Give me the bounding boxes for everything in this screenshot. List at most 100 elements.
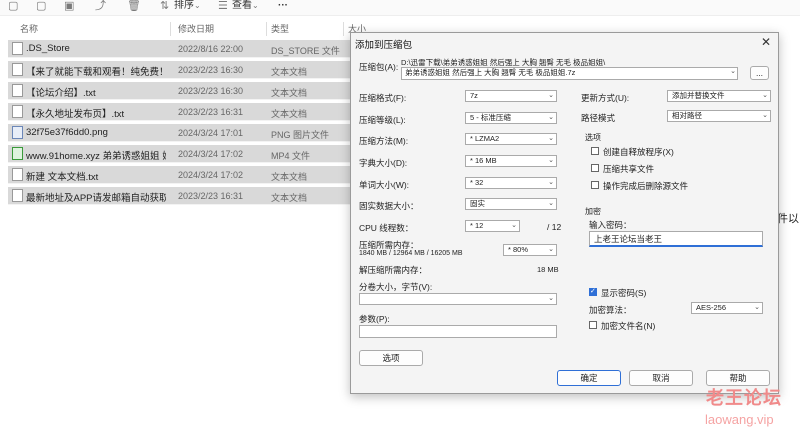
browse-button[interactable]: ... [750,66,769,80]
chevron-down-icon: ⌄ [548,179,554,186]
file-type: 文本文档 [271,67,308,77]
more-button[interactable]: ··· [278,0,288,12]
file-name: www.91home.xyz 弟弟诱惑姐姐 姐弟乱... [26,151,166,162]
file-date: 2022/8/16 22:00 [178,44,244,54]
file-row[interactable]: www.91home.xyz 弟弟诱惑姐姐 姐弟乱... 2024/3/24 1… [8,145,350,163]
chevron-down-icon: ⌄ [194,1,201,10]
params-input[interactable] [359,325,557,338]
mem-percent-select[interactable]: * 80% ⌄ [503,244,557,256]
path-label: 路径模式 [581,113,616,123]
file-date: 2023/2/23 16:31 [178,191,244,201]
sort-icon[interactable]: ⇅ [160,0,169,12]
chevron-down-icon: ⌄ [548,92,554,99]
paste-icon[interactable]: ▣ [64,0,74,12]
password-label: 输入密码： [589,220,632,230]
column-divider[interactable] [343,22,344,36]
text-file-icon [12,63,23,76]
view-icon[interactable]: ☰ [218,0,228,12]
view-button[interactable]: 查看 [232,0,252,12]
dict-select[interactable]: * 16 MB ⌄ [465,155,557,167]
chevron-down-icon: ⌄ [548,295,554,302]
close-icon[interactable]: ✕ [761,35,771,49]
column-header-name[interactable]: 名称 [20,22,38,35]
method-label: 压缩方法(M): [359,136,409,146]
sfx-checkbox[interactable] [591,147,599,155]
column-header-type[interactable]: 类型 [271,22,289,35]
file-name: 32f75e37f6dd0.png [26,127,108,138]
file-row[interactable]: 最新地址及APP请发邮箱自动获取！！！... 2023/2/23 16:31 文… [8,187,350,205]
text-file-icon [12,84,23,97]
column-divider[interactable] [170,22,171,36]
format-select[interactable]: 7z ⌄ [465,90,557,102]
mem-decomp-value: 18 MB [537,265,559,274]
word-select[interactable]: * 32 ⌄ [465,177,557,189]
chevron-down-icon: ⌄ [548,135,554,142]
delete-after-checkbox[interactable] [591,181,599,189]
ok-button[interactable]: 确定 [557,370,621,386]
file-date: 2024/3/24 17:01 [178,128,244,138]
split-label: 分卷大小，字节(V): [359,282,433,292]
file-row[interactable]: 32f75e37f6dd0.png 2024/3/24 17:01 PNG 图片… [8,124,350,142]
cpu-select[interactable]: * 12 ⌄ [465,220,520,232]
shared-checkbox[interactable] [591,164,599,172]
file-type: 文本文档 [271,88,308,98]
params-label: 参数(P): [359,314,390,324]
column-divider[interactable] [266,22,267,36]
file-date: 2023/2/23 16:31 [178,107,244,117]
delete-after-label[interactable]: 操作完成后删除源文件 [603,180,688,192]
background-text: 件以 [777,213,799,225]
file-row[interactable]: .DS_Store 2022/8/16 22:00 DS_STORE 文件 [8,40,350,58]
cancel-button[interactable]: 取消 [629,370,693,386]
chevron-down-icon: ⌄ [548,157,554,164]
file-row[interactable]: 【永久地址发布页】.txt 2023/2/23 16:31 文本文档 [8,103,350,121]
show-password-label[interactable]: 显示密码(S) [601,287,646,299]
file-type: PNG 图片文件 [271,130,330,140]
chevron-down-icon[interactable]: ⌄ [729,67,738,79]
options-button[interactable]: 选项 [359,350,423,366]
video-file-icon [12,147,23,160]
chevron-down-icon: ⌄ [511,222,517,229]
cpu-label: CPU 线程数： [359,223,414,233]
archive-name-input[interactable]: 弟弟诱惑姐姐 然后强上 大胸 翘臀 无毛 极品姐姐.7z [401,67,738,80]
file-name: 【论坛介绍】.txt [26,88,96,99]
file-row[interactable]: 【论坛介绍】.txt 2023/2/23 16:30 文本文档 [8,82,350,100]
column-header-date[interactable]: 修改日期 [178,22,214,35]
file-type: 文本文档 [271,109,308,119]
show-password-checkbox[interactable] [589,287,597,296]
level-label: 压缩等级(L): [359,115,406,125]
image-file-icon [12,126,23,139]
word-label: 单词大小(W): [359,180,410,190]
cpu-max: / 12 [547,222,562,232]
delete-icon[interactable]: 🗑 [127,0,141,12]
text-file-icon [12,105,23,118]
new-icon[interactable]: ▢ [8,0,18,12]
options-group-title: 选项 [585,133,601,142]
chevron-down-icon: ⌄ [252,1,259,10]
watermark-title: 老王论坛 [706,388,782,408]
path-select[interactable]: 相对路径 ⌄ [667,110,771,122]
sfx-label[interactable]: 创建自释放程序(X) [603,146,674,158]
update-label: 更新方式(U): [581,93,630,103]
level-select[interactable]: 5 - 标准压缩 ⌄ [465,112,557,124]
split-select[interactable]: ⌄ [359,293,557,305]
share-icon[interactable]: ⤴ [95,0,106,12]
file-row[interactable]: 新建 文本文档.txt 2024/3/24 17:02 文本文档 [8,166,350,184]
file-row[interactable]: 【来了就能下载和观看！纯免费！】.txt 2023/2/23 16:30 文本文… [8,61,350,79]
encrypt-names-checkbox[interactable] [589,321,597,329]
dict-label: 字典大小(D): [359,158,408,168]
format-label: 压缩格式(F): [359,93,407,103]
file-name: 新建 文本文档.txt [26,172,99,183]
password-input[interactable]: 上老王论坛当老王 [589,231,763,247]
method-select[interactable]: * LZMA2 ⌄ [465,133,557,145]
text-file-icon [12,189,23,202]
encrypt-names-label[interactable]: 加密文件名(N) [601,320,655,332]
chevron-down-icon: ⌄ [548,246,554,253]
shared-label[interactable]: 压缩共享文件 [603,163,654,175]
enc-method-select[interactable]: AES-256 ⌄ [691,302,763,314]
copy-icon[interactable]: ▢ [36,0,46,12]
file-type: MP4 文件 [271,151,311,161]
file-date: 2024/3/24 17:02 [178,170,244,180]
solid-select[interactable]: 固实 ⌄ [465,198,557,210]
update-select[interactable]: 添加并替换文件 ⌄ [667,90,771,102]
sort-button[interactable]: 排序 [174,0,194,12]
